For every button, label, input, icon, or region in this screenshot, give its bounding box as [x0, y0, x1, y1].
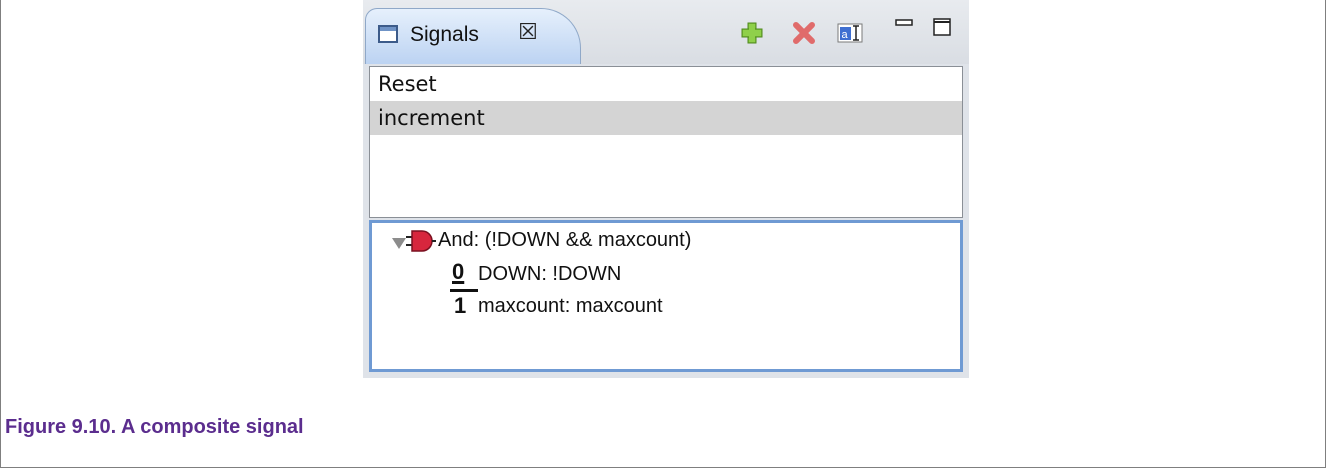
- one-signal-bar: [450, 289, 478, 292]
- maximize-icon: [933, 18, 951, 36]
- signals-view: Signals ☒ a Reset increment And: (!DOWN …: [363, 0, 969, 378]
- and-gate-icon: [406, 230, 436, 252]
- close-tab-icon[interactable]: ☒: [516, 21, 540, 45]
- list-item-reset[interactable]: Reset: [370, 67, 962, 101]
- view-title-bar: Signals ☒ a: [363, 0, 969, 64]
- expand-triangle-icon[interactable]: [392, 238, 406, 249]
- rename-signal-button[interactable]: a: [837, 20, 863, 46]
- list-item-increment[interactable]: increment: [370, 101, 962, 135]
- tab-signals[interactable]: Signals ☒: [365, 8, 581, 64]
- signal-tree[interactable]: And: (!DOWN && maxcount) 0 DOWN: !DOWN 1…: [369, 220, 963, 372]
- add-signal-button[interactable]: [739, 20, 765, 46]
- and-node-label: And: (!DOWN && maxcount): [438, 229, 692, 251]
- signal-list[interactable]: Reset increment: [369, 66, 963, 218]
- remove-signal-icon: [793, 22, 815, 44]
- view-icon: [378, 25, 398, 43]
- down-node-label: DOWN: !DOWN: [478, 263, 622, 285]
- tab-label: Signals: [410, 23, 479, 46]
- zero-signal-icon: 0: [452, 259, 465, 284]
- minimize-button[interactable]: [891, 14, 917, 40]
- one-signal-icon: 1: [454, 293, 467, 318]
- maximize-button[interactable]: [929, 14, 955, 40]
- figure-caption: Figure 9.10. A composite signal: [5, 416, 304, 438]
- svg-text:a: a: [842, 29, 849, 41]
- rename-signal-icon: a: [837, 23, 863, 43]
- add-signal-icon: [741, 22, 763, 44]
- minimize-icon: [895, 19, 913, 26]
- remove-signal-button[interactable]: [791, 20, 817, 46]
- maxcount-node-label: maxcount: maxcount: [478, 295, 663, 317]
